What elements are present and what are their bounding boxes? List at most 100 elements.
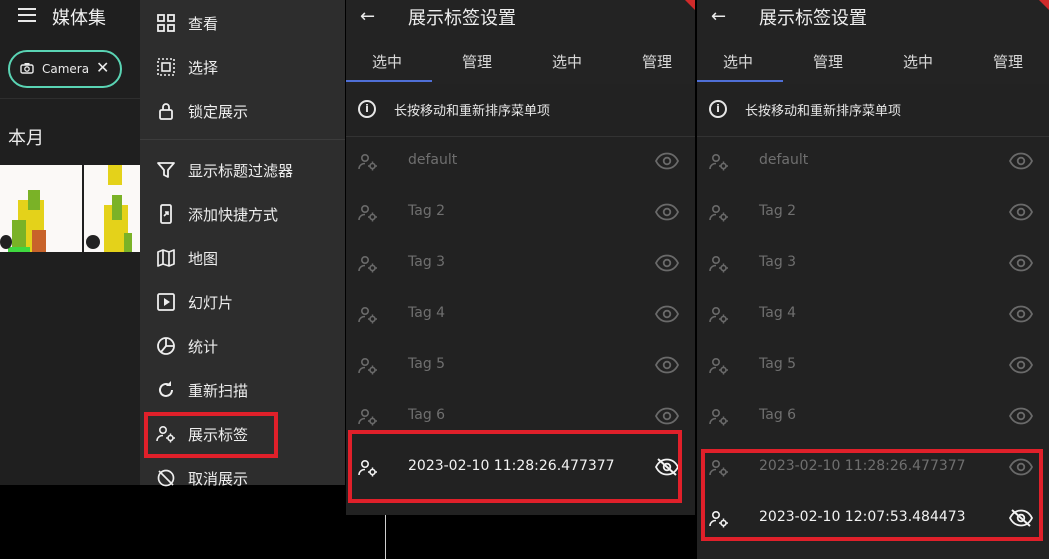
tab-indicator [697, 80, 783, 82]
camera-icon [20, 63, 34, 74]
tab-selected[interactable]: 选中 [346, 51, 432, 72]
hint-row: i 长按移动和重新排序菜单项 [346, 84, 695, 137]
hint-text: 长按移动和重新排序菜单项 [745, 104, 902, 119]
menu-item-label: 幻灯片 [188, 294, 234, 312]
tag-label: Tag 6 [759, 407, 797, 423]
tag-row[interactable]: default [346, 136, 695, 187]
menu-item-lock[interactable]: 锁定展示 [140, 89, 345, 133]
tag-person-icon [358, 305, 378, 325]
menu-icon[interactable] [18, 8, 36, 22]
menu-item-map[interactable]: 地图 [140, 236, 345, 280]
tab-selected[interactable]: 选中 [522, 51, 612, 72]
menu-item-refresh[interactable]: 重新扫描 [140, 368, 345, 412]
tab-manage[interactable]: 管理 [432, 51, 522, 72]
tab-manage[interactable]: 管理 [612, 51, 695, 72]
eye-icon[interactable] [654, 356, 680, 374]
tag-label: Tag 4 [759, 305, 797, 321]
tag-label: Tag 2 [408, 203, 446, 219]
menu-item-stats[interactable]: 统计 [140, 324, 345, 368]
eye-icon[interactable] [1008, 254, 1034, 272]
menu-item-label: 添加快捷方式 [188, 206, 279, 224]
section-month: 本月 [8, 128, 44, 149]
camera-filter-chip[interactable]: Camera ✕ [8, 50, 122, 88]
eye-icon[interactable] [1008, 407, 1034, 425]
tag-label: Tag 3 [408, 254, 446, 270]
menu-item-label: 取消展示 [188, 470, 249, 488]
tag-row[interactable]: Tag 3 [346, 238, 695, 289]
eye-icon[interactable] [654, 203, 680, 221]
eye-icon[interactable] [654, 254, 680, 272]
divider-line [385, 515, 386, 559]
refresh-icon [156, 380, 176, 400]
tag-person-icon [709, 305, 729, 325]
eye-icon[interactable] [1008, 203, 1034, 221]
tag-row[interactable]: Tag 4 [346, 289, 695, 340]
stats-icon [156, 336, 176, 356]
menu-item-label: 选择 [188, 59, 219, 77]
back-arrow-icon[interactable]: ← [360, 6, 375, 27]
menu-item-hide[interactable]: 取消展示 [140, 456, 345, 500]
menu-item-label: 地图 [188, 250, 219, 268]
hide-icon [156, 468, 176, 488]
app-title: 媒体集 [52, 8, 106, 29]
tag-label: default [408, 152, 458, 168]
tag-row[interactable]: default [697, 136, 1049, 187]
settings-header: ← 展示标签设置 选中 管理 选中 管理 [346, 0, 695, 84]
menu-item-select[interactable]: 选择 [140, 45, 345, 89]
grid-icon [156, 13, 176, 33]
tab-manage[interactable]: 管理 [783, 51, 873, 72]
tag-person-icon [358, 254, 378, 274]
chip-label: Camera [42, 62, 90, 76]
corner-marker [685, 0, 695, 10]
photo-thumbnail[interactable] [84, 165, 140, 252]
eye-icon[interactable] [1008, 356, 1034, 374]
eye-icon[interactable] [654, 407, 680, 425]
menu-item-grid[interactable]: 查看 [140, 1, 345, 45]
eye-icon[interactable] [654, 152, 680, 170]
corner-marker [1039, 0, 1049, 10]
tab-manage[interactable]: 管理 [963, 51, 1049, 72]
eye-icon[interactable] [1008, 152, 1034, 170]
tag-label: Tag 5 [408, 356, 446, 372]
tag-person-icon [709, 407, 729, 427]
tag-label: Tag 5 [759, 356, 797, 372]
tab-selected[interactable]: 选中 [873, 51, 963, 72]
tag-row[interactable]: Tag 5 [697, 340, 1049, 391]
menu-item-label: 统计 [188, 338, 219, 356]
tag-person-icon [709, 152, 729, 172]
tag-row[interactable]: Tag 2 [697, 187, 1049, 238]
select-icon [156, 57, 176, 77]
tag-person-icon [358, 203, 378, 223]
menu-item-label: 重新扫描 [188, 382, 249, 400]
shortcut-icon [156, 204, 176, 224]
menu-item-slideshow[interactable]: 幻灯片 [140, 280, 345, 324]
info-icon: i [358, 100, 376, 118]
eye-icon[interactable] [1008, 305, 1034, 323]
highlight-box [348, 430, 682, 503]
settings-header: ← 展示标签设置 选中 管理 选中 管理 [697, 0, 1049, 84]
tag-label: Tag 6 [408, 407, 446, 423]
menu-item-label: 查看 [188, 15, 219, 33]
tag-row[interactable]: Tag 3 [697, 238, 1049, 289]
eye-icon[interactable] [654, 305, 680, 323]
photo-thumbnail[interactable] [0, 165, 82, 252]
tag-label: Tag 2 [759, 203, 797, 219]
filter-icon [156, 160, 176, 180]
highlight-box [701, 449, 1043, 541]
close-icon[interactable]: ✕ [96, 58, 109, 77]
tag-row[interactable]: Tag 4 [697, 289, 1049, 340]
tag-row[interactable]: Tag 6 [697, 391, 1049, 442]
settings-title: 展示标签设置 [408, 8, 516, 29]
tab-selected[interactable]: 选中 [697, 51, 783, 72]
tag-label: default [759, 152, 809, 168]
tag-person-icon [709, 203, 729, 223]
tag-row[interactable]: Tag 5 [346, 340, 695, 391]
tag-person-icon [709, 356, 729, 376]
tag-row[interactable]: Tag 2 [346, 187, 695, 238]
tag-person-icon [709, 254, 729, 274]
menu-item-filter[interactable]: 显示标题过滤器 [140, 148, 345, 192]
tag-label: Tag 3 [759, 254, 797, 270]
hint-row: i 长按移动和重新排序菜单项 [697, 84, 1049, 137]
menu-item-shortcut[interactable]: 添加快捷方式 [140, 192, 345, 236]
back-arrow-icon[interactable]: ← [711, 6, 726, 27]
